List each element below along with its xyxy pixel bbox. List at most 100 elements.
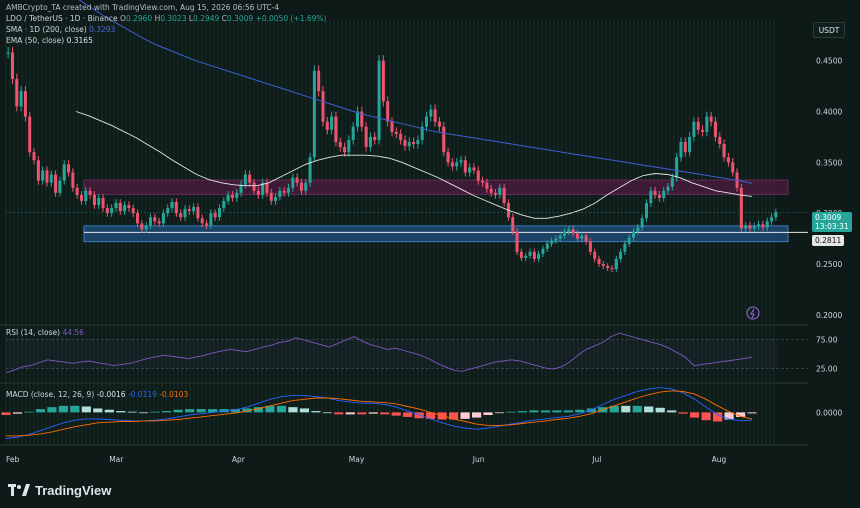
tradingview-logo[interactable]: TradingView xyxy=(8,481,111,499)
candle-up xyxy=(770,217,774,222)
candle-up xyxy=(498,187,502,195)
candle-down xyxy=(101,197,105,209)
candle-down xyxy=(657,194,661,198)
candle-down xyxy=(485,182,489,189)
macd-histogram-bar xyxy=(471,412,482,418)
candle-down xyxy=(696,121,700,130)
candle-down xyxy=(593,251,597,259)
macd-histogram-bar xyxy=(288,407,298,413)
candle-up xyxy=(459,160,463,163)
macd-signal-value: -0.0103 xyxy=(159,390,189,399)
candle-down xyxy=(532,251,536,259)
candle-down xyxy=(450,162,454,167)
candle-up xyxy=(679,142,683,158)
candle-down xyxy=(54,174,58,193)
time-tick-label: May xyxy=(349,455,365,464)
candle-down xyxy=(153,217,157,222)
macd-histogram-bar xyxy=(276,405,287,413)
candle-down xyxy=(71,172,75,188)
candle-down xyxy=(433,109,437,122)
macd-histogram-bar xyxy=(35,409,46,413)
macd-histogram-bar xyxy=(70,405,80,413)
candle-up xyxy=(662,190,666,198)
candle-down xyxy=(502,187,506,203)
candle-up xyxy=(407,142,411,147)
candle-up xyxy=(62,164,66,181)
macd-histogram-bar xyxy=(621,405,631,413)
macd-histogram-bar xyxy=(162,411,172,413)
candle-up xyxy=(632,231,636,238)
candle-up xyxy=(649,190,653,203)
candle-up xyxy=(640,218,644,228)
candle-down xyxy=(79,194,83,201)
tradingview-brand: TradingView xyxy=(35,482,112,498)
macd-histogram-bar xyxy=(575,409,585,413)
macd-histogram-bar xyxy=(494,412,505,414)
ema-legend[interactable]: EMA (50, close) 0.3165 xyxy=(6,36,93,45)
symbol-legend[interactable]: LDO / TetherUS · 1D · Binance O0.2960 H0… xyxy=(6,14,326,23)
candle-down xyxy=(75,187,79,195)
candle-down xyxy=(718,136,722,145)
candle-down xyxy=(118,203,122,212)
candle-down xyxy=(373,136,377,140)
macd-histogram-bar xyxy=(632,405,642,413)
candle-up xyxy=(705,116,709,132)
macd-legend[interactable]: MACD (close, 12, 26, 9) -0.0016 -0.0119 … xyxy=(6,390,188,399)
candle-up xyxy=(429,109,433,117)
macd-histogram-bar xyxy=(47,407,57,413)
candle-down xyxy=(321,91,325,122)
candle-up xyxy=(744,225,748,229)
macd-histogram-bar xyxy=(12,412,23,414)
candle-down xyxy=(584,235,588,242)
candle-down xyxy=(731,162,735,173)
candle-down xyxy=(739,187,743,229)
candle-down xyxy=(136,213,140,224)
time-tick-label: Mar xyxy=(109,455,124,464)
rsi-legend[interactable]: RSI (14, close) 44.56 xyxy=(6,328,84,337)
ohlc-low: 0.2949 xyxy=(193,14,220,23)
ohlc-high: 0.3023 xyxy=(160,14,187,23)
sma-legend[interactable]: SMA · 1D (200, close) 0.3293 xyxy=(6,25,115,34)
candle-down xyxy=(200,218,204,224)
candle-up xyxy=(545,243,549,249)
candle-down xyxy=(28,116,32,153)
candle-up xyxy=(644,203,648,219)
currency-button[interactable]: USDT xyxy=(813,22,845,38)
last-price: 0.3009 xyxy=(815,213,842,222)
candle-down xyxy=(364,126,368,148)
candle-up xyxy=(170,201,174,209)
macd-histogram-bar xyxy=(678,412,688,414)
candle-down xyxy=(399,133,403,140)
macd-histogram-bar xyxy=(644,406,654,413)
macd-histogram-bar xyxy=(460,412,470,419)
candle-down xyxy=(157,221,161,224)
candle-down xyxy=(256,190,260,195)
candle-up xyxy=(692,121,696,137)
chart-root: 0.45000.40000.35000.30000.25000.200075.0… xyxy=(0,0,860,508)
candle-up xyxy=(554,238,558,241)
candle-down xyxy=(338,142,342,148)
candle-up xyxy=(312,70,316,158)
macd-histogram-bar xyxy=(299,408,309,413)
candle-up xyxy=(226,194,230,201)
candle-down xyxy=(248,174,252,183)
candle-up xyxy=(355,111,360,127)
ohlc-open: 0.2960 xyxy=(125,14,153,23)
candle-down xyxy=(334,116,338,142)
candle-up xyxy=(84,190,88,201)
ohlc-change: +0.0050 (+1.69%) xyxy=(255,14,327,23)
macd-histogram-bar xyxy=(127,411,137,413)
time-tick-label: Jul xyxy=(591,455,601,464)
candle-down xyxy=(463,160,467,173)
macd-histogram-bar xyxy=(173,409,183,413)
macd-histogram-bar xyxy=(345,412,355,415)
candle-down xyxy=(381,60,385,102)
candle-up xyxy=(455,162,459,167)
macd-hist-value: -0.0016 xyxy=(96,390,126,399)
candle-down xyxy=(446,152,450,163)
candle-down xyxy=(437,121,441,127)
candle-up xyxy=(550,240,554,244)
candle-up xyxy=(351,126,355,140)
candle-up xyxy=(286,187,291,193)
price-tick-label: 0.4500 xyxy=(816,57,842,66)
